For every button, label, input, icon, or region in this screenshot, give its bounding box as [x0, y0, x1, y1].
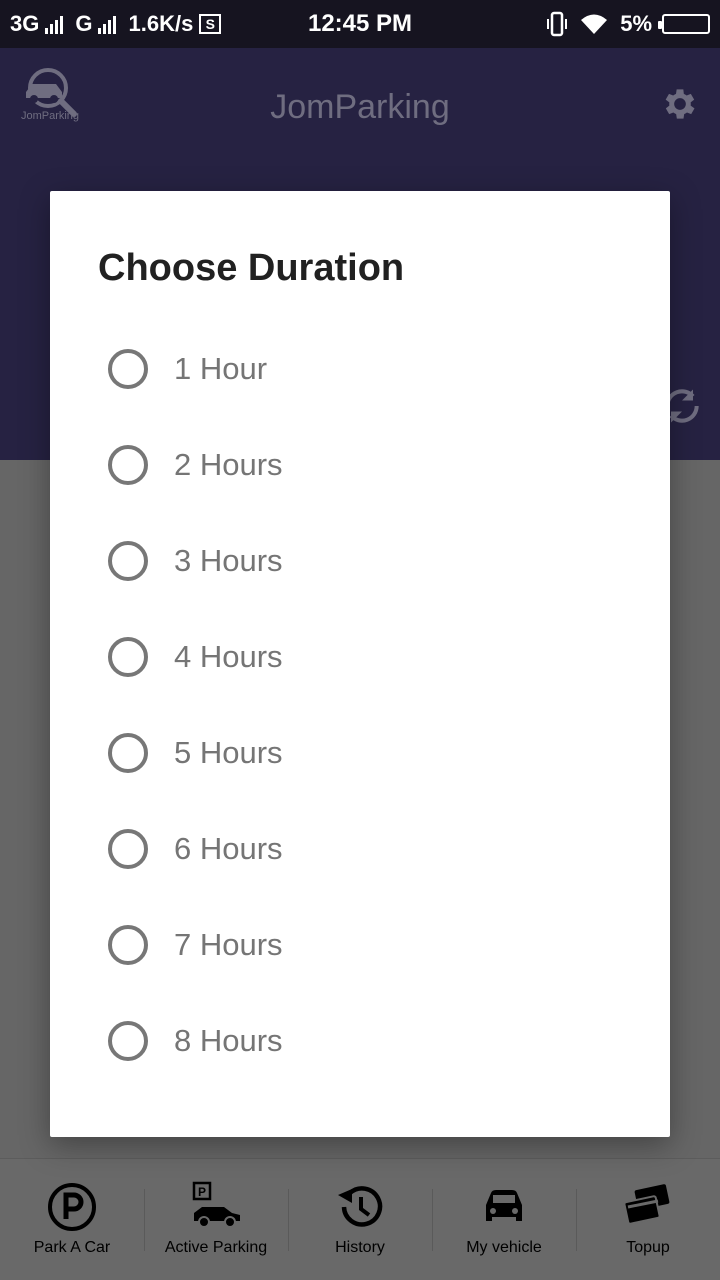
dialog-title: Choose Duration	[98, 247, 405, 289]
status-bar: 3G G 1.6K/s S 12:45 PM 5%	[0, 0, 720, 48]
battery-percent: 5%	[620, 11, 652, 36]
nav-label: Park A Car	[33, 1239, 111, 1256]
nav-history[interactable]: History	[288, 1159, 432, 1280]
radio-button[interactable]	[108, 637, 148, 677]
signal-icon	[45, 14, 64, 34]
duration-option-1[interactable]: 1 Hour	[108, 321, 628, 417]
duration-option-5[interactable]: 5 Hours	[108, 705, 628, 801]
parking-icon	[48, 1183, 96, 1231]
car-icon	[486, 1190, 522, 1221]
option-label: 6 Hours	[174, 831, 283, 866]
nav-label: Topup	[626, 1239, 670, 1256]
vibrate-icon	[547, 11, 568, 37]
nav-active-parking[interactable]: P Active Parking	[144, 1159, 288, 1280]
nav-label: History	[335, 1239, 385, 1256]
duration-options: 1 Hour 2 Hours 3 Hours 4 Hours 5 Hours 6…	[108, 337, 628, 1089]
radio-button[interactable]	[108, 925, 148, 965]
svg-text:P: P	[198, 1185, 206, 1199]
duration-option-4[interactable]: 4 Hours	[108, 609, 628, 705]
option-label: 2 Hours	[174, 447, 283, 482]
radio-button[interactable]	[108, 349, 148, 389]
nav-topup[interactable]: Topup	[576, 1159, 720, 1280]
duration-option-2[interactable]: 2 Hours	[108, 417, 628, 513]
cards-icon	[623, 1184, 670, 1225]
duration-option-6[interactable]: 6 Hours	[108, 801, 628, 897]
bottom-nav: Park A Car P Active Parking History My v…	[0, 1158, 720, 1280]
signal-icon-2	[98, 14, 117, 34]
option-label: 8 Hours	[174, 1023, 283, 1058]
wifi-icon	[581, 14, 608, 34]
option-label: 7 Hours	[174, 927, 283, 962]
network-type-1: 3G	[10, 11, 40, 36]
option-label: 5 Hours	[174, 735, 283, 770]
duration-option-3[interactable]: 3 Hours	[108, 513, 628, 609]
screen: 3G G 1.6K/s S 12:45 PM 5% JomParking Jom…	[0, 0, 720, 1280]
active-parking-icon: P	[192, 1181, 240, 1228]
radio-button[interactable]	[108, 733, 148, 773]
option-label: 3 Hours	[174, 543, 283, 578]
choose-duration-dialog: Choose Duration 1 Hour 2 Hours 3 Hours 4…	[50, 191, 670, 1137]
radio-button[interactable]	[108, 541, 148, 581]
radio-button[interactable]	[108, 445, 148, 485]
sim-icon: S	[199, 14, 222, 34]
gear-icon[interactable]	[660, 84, 700, 124]
nav-label: My vehicle	[466, 1239, 542, 1256]
status-right: 5%	[546, 10, 710, 38]
duration-option-8[interactable]: 8 Hours	[108, 993, 628, 1089]
history-icon	[338, 1186, 383, 1227]
network-type-2: G	[75, 11, 93, 36]
option-label: 4 Hours	[174, 639, 283, 674]
nav-label: Active Parking	[164, 1239, 268, 1256]
app-title: JomParking	[270, 88, 450, 126]
battery-icon	[658, 14, 710, 34]
duration-option-7[interactable]: 7 Hours	[108, 897, 628, 993]
nav-my-vehicle[interactable]: My vehicle	[432, 1159, 576, 1280]
nav-park-a-car[interactable]: Park A Car	[0, 1159, 144, 1280]
radio-button[interactable]	[108, 1021, 148, 1061]
radio-button[interactable]	[108, 829, 148, 869]
status-left: 3G G 1.6K/s S	[10, 11, 270, 37]
network-speed: 1.6K/s	[128, 11, 194, 36]
option-label: 1 Hour	[174, 351, 268, 386]
